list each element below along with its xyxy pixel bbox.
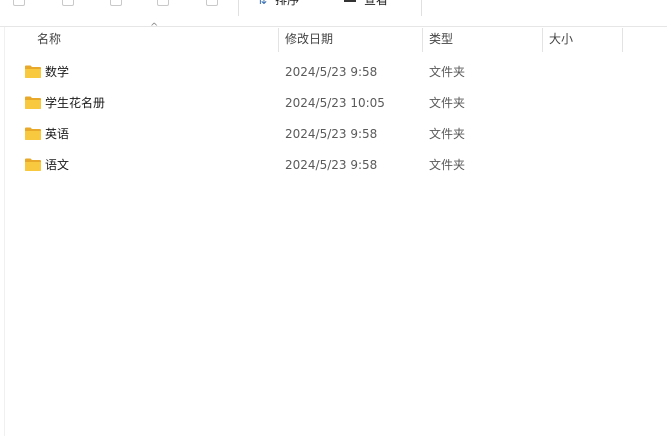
file-date: 2024/5/23 10:05	[285, 96, 385, 110]
column-header: ^ 名称 修改日期 类型 大小	[0, 23, 667, 53]
folder-icon	[25, 96, 41, 109]
table-row[interactable]: 数学 2024/5/23 9:58 文件夹	[0, 57, 667, 88]
folder-icon	[25, 127, 41, 140]
column-header-size[interactable]: 大小	[542, 26, 622, 53]
file-type: 文件夹	[429, 65, 466, 79]
column-header-name[interactable]: 名称	[30, 26, 278, 53]
delete-icon[interactable]	[206, 0, 218, 6]
view-label: 查看	[364, 0, 389, 7]
toolbar-divider	[238, 0, 239, 16]
file-date: 2024/5/23 9:58	[285, 65, 378, 79]
file-type: 文件夹	[429, 158, 466, 172]
rename-icon[interactable]	[110, 0, 122, 6]
sort-icon: ⇅	[257, 0, 268, 7]
table-row[interactable]: 英语 2024/5/23 9:58 文件夹	[0, 119, 667, 150]
file-date: 2024/5/23 9:58	[285, 127, 378, 141]
file-type: 文件夹	[429, 127, 466, 141]
table-row[interactable]: 学生花名册 2024/5/23 10:05 文件夹	[0, 88, 667, 119]
file-name: 英语	[45, 127, 70, 141]
file-date: 2024/5/23 9:58	[285, 158, 378, 172]
share-icon[interactable]	[157, 0, 169, 6]
file-name: 数学	[45, 65, 70, 79]
view-button[interactable]: 查看	[344, 0, 388, 7]
folder-icon	[25, 158, 41, 171]
column-divider[interactable]	[622, 28, 623, 52]
table-row[interactable]: 语文 2024/5/23 9:58 文件夹	[0, 150, 667, 181]
toolbar-divider	[421, 0, 422, 16]
sort-label: 排序	[275, 0, 300, 7]
file-type: 文件夹	[429, 96, 466, 110]
paste-icon[interactable]	[62, 0, 74, 6]
file-list: 数学 2024/5/23 9:58 文件夹 学生花名册 2024/5/23 10…	[0, 57, 667, 181]
command-bar: ⇅ 排序 查看	[0, 0, 667, 27]
file-name: 学生花名册	[45, 96, 106, 110]
view-icon	[344, 0, 356, 2]
copy-icon[interactable]	[13, 0, 25, 6]
column-header-date[interactable]: 修改日期	[278, 26, 422, 53]
folder-icon	[25, 65, 41, 78]
column-header-type[interactable]: 类型	[422, 26, 542, 53]
file-name: 语文	[45, 158, 70, 172]
sort-button[interactable]: ⇅ 排序	[257, 0, 299, 7]
